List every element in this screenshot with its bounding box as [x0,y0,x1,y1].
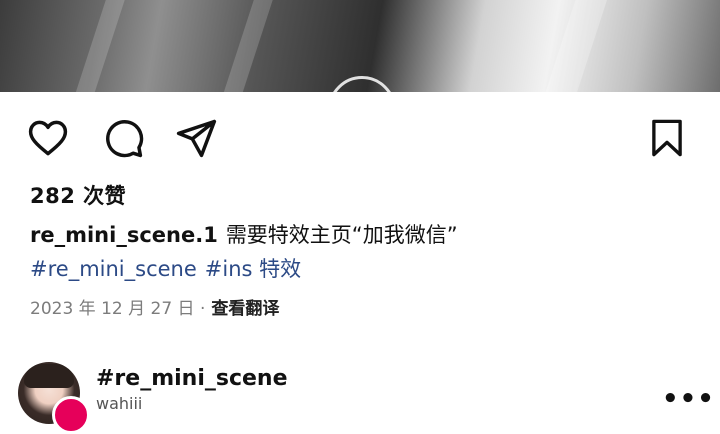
more-options-icon[interactable]: ••• [662,386,715,412]
suggested-account-subtitle: wahiii [96,394,143,413]
media-highlight [68,0,130,92]
hashtag-list: #re_mini_scene #ins 特效 [30,253,309,283]
caption-text: 需要特效主页“加我微信” [225,223,458,247]
post-action-bar [0,112,720,164]
see-translation-link[interactable]: 查看翻译 [211,299,279,319]
hashtag-link[interactable]: #re_mini_scene [30,257,197,281]
post-meta: 2023 年 12 月 27 日 · 查看翻译 [30,294,279,319]
send-icon[interactable] [174,116,218,160]
suggested-post-header: #re_mini_scene wahiii ••• [0,352,720,434]
media-highlight [539,0,611,92]
post-date: 2023 年 12 月 27 日 · [30,299,206,319]
media-highlight [216,0,278,92]
bookmark-icon[interactable] [646,116,688,160]
caption-username[interactable]: re_mini_scene.1 [30,223,218,247]
post-caption: re_mini_scene.1 需要特效主页“加我微信” [30,219,700,249]
suggested-account-name[interactable]: #re_mini_scene [96,366,288,391]
like-count[interactable]: 282 次赞 [30,180,126,210]
comment-icon[interactable] [101,116,145,160]
story-badge-icon [52,396,90,434]
post-media[interactable] [0,0,720,92]
hashtag-link[interactable]: #ins 特效 [205,257,301,281]
heart-icon[interactable] [26,116,70,160]
play-indicator-icon[interactable] [328,76,396,92]
